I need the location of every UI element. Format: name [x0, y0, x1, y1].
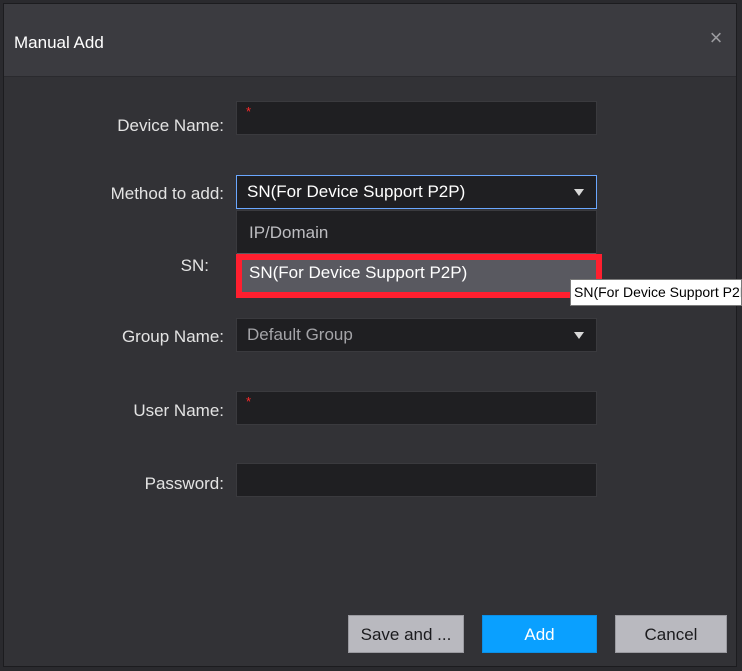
method-selected-value: SN(For Device Support P2P) — [247, 182, 466, 201]
sn-label: SN: — [180, 256, 209, 275]
user-name-input[interactable]: * — [236, 391, 597, 425]
group-name-select[interactable]: Default Group — [236, 318, 597, 352]
group-selected-value: Default Group — [247, 325, 353, 344]
cancel-button[interactable]: Cancel — [615, 615, 727, 653]
device-name-label: Device Name: — [117, 116, 224, 135]
chevron-down-icon[interactable] — [574, 332, 584, 339]
device-name-input[interactable]: * — [236, 101, 597, 135]
manual-add-dialog: Manual Add × Device Name: * Method to ad… — [3, 3, 737, 667]
dropdown-option-ip-domain[interactable]: IP/Domain — [237, 213, 596, 253]
add-button[interactable]: Add — [482, 615, 597, 653]
option-tooltip: SN(For Device Support P2P) — [570, 279, 742, 306]
password-input[interactable] — [236, 463, 597, 497]
password-label: Password: — [144, 474, 224, 493]
close-icon[interactable]: × — [706, 27, 726, 49]
dropdown-option-sn-p2p[interactable]: SN(For Device Support P2P) — [237, 253, 596, 293]
method-dropdown-list: IP/Domain SN(For Device Support P2P) — [236, 210, 597, 296]
save-and-button[interactable]: Save and ... — [348, 615, 464, 653]
required-marker: * — [246, 394, 252, 409]
required-marker: * — [246, 104, 252, 119]
dialog-titlebar: Manual Add × — [4, 4, 736, 77]
chevron-down-icon[interactable] — [574, 189, 584, 196]
dialog-title: Manual Add — [14, 33, 104, 52]
group-name-label: Group Name: — [121, 327, 224, 346]
method-to-add-label: Method to add: — [110, 184, 224, 203]
method-to-add-select[interactable]: SN(For Device Support P2P) — [236, 175, 597, 209]
user-name-label: User Name: — [133, 401, 224, 420]
